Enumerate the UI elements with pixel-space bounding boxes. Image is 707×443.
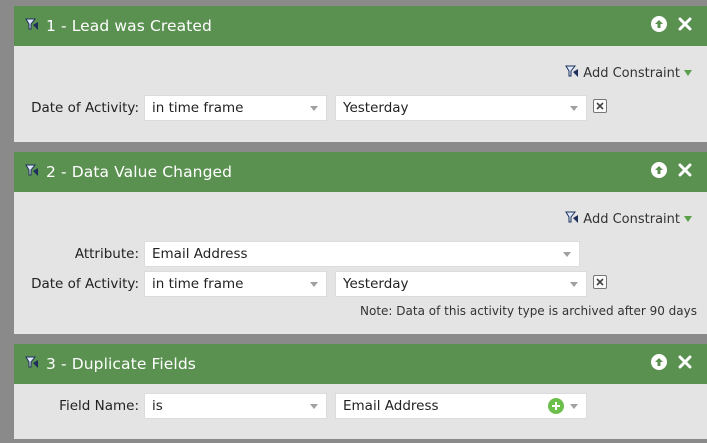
row-label: Attribute: (74, 246, 139, 262)
chevron-down-icon (570, 282, 578, 287)
add-constraint-button[interactable]: Add Constraint (564, 209, 693, 229)
chevron-down-icon (570, 404, 578, 409)
close-icon[interactable] (677, 162, 693, 178)
remove-row-icon[interactable] (593, 99, 607, 113)
filter-drag-icon (564, 209, 580, 229)
select-value: Email Address (152, 246, 248, 262)
filter-drag-icon (564, 63, 580, 83)
filter-3-header[interactable]: 3 - Duplicate Fields (14, 344, 707, 384)
filter-1: 1 - Lead was Created Add Constraint Date… (14, 6, 707, 142)
select-value: Yesterday (343, 100, 409, 116)
filter-2-header[interactable]: 2 - Data Value Changed (14, 152, 707, 192)
select-value: Yesterday (343, 276, 409, 292)
add-constraint-button[interactable]: Add Constraint (564, 63, 693, 83)
close-icon[interactable] (677, 354, 693, 370)
add-constraint-label: Add Constraint (583, 65, 680, 81)
row-label: Date of Activity: (31, 100, 139, 116)
move-up-icon[interactable] (651, 16, 667, 32)
move-up-icon[interactable] (651, 354, 667, 370)
filter-drag-icon[interactable] (24, 16, 40, 36)
select-value: in time frame (152, 100, 244, 116)
filter-2: 2 - Data Value Changed Add Constraint At… (14, 152, 707, 334)
chevron-down-icon (563, 252, 571, 257)
add-constraint-label: Add Constraint (583, 211, 680, 227)
select-value: is (152, 398, 163, 414)
archive-note: Note: Data of this activity type is arch… (360, 304, 697, 318)
filter-1-header[interactable]: 1 - Lead was Created (14, 6, 707, 46)
row-label: Field Name: (59, 398, 139, 414)
move-up-icon[interactable] (651, 162, 667, 178)
value-select[interactable]: Yesterday (335, 95, 587, 121)
operator-select[interactable]: is (144, 393, 327, 419)
filter-3: 3 - Duplicate Fields Field Name: is Emai… (14, 344, 707, 439)
chevron-down-icon (310, 282, 318, 287)
chevron-down-icon (683, 66, 693, 81)
operator-select[interactable]: in time frame (144, 95, 327, 121)
remove-row-icon[interactable] (593, 275, 607, 289)
chevron-down-icon (310, 106, 318, 111)
operator-select[interactable]: in time frame (144, 271, 327, 297)
filter-title: 1 - Lead was Created (46, 17, 212, 35)
chevron-down-icon (570, 106, 578, 111)
chevron-down-icon (683, 212, 693, 227)
select-value: Email Address (343, 398, 439, 414)
filter-title: 2 - Data Value Changed (46, 163, 233, 181)
select-value: in time frame (152, 276, 244, 292)
attribute-select[interactable]: Email Address (144, 241, 580, 267)
close-icon[interactable] (677, 16, 693, 32)
chevron-down-icon (310, 404, 318, 409)
row-label: Date of Activity: (31, 276, 139, 292)
plus-icon[interactable] (548, 398, 564, 414)
filter-title: 3 - Duplicate Fields (46, 355, 196, 373)
filter-drag-icon[interactable] (24, 162, 40, 182)
filter-drag-icon[interactable] (24, 354, 40, 374)
value-select[interactable]: Yesterday (335, 271, 587, 297)
value-select[interactable]: Email Address (335, 393, 587, 419)
